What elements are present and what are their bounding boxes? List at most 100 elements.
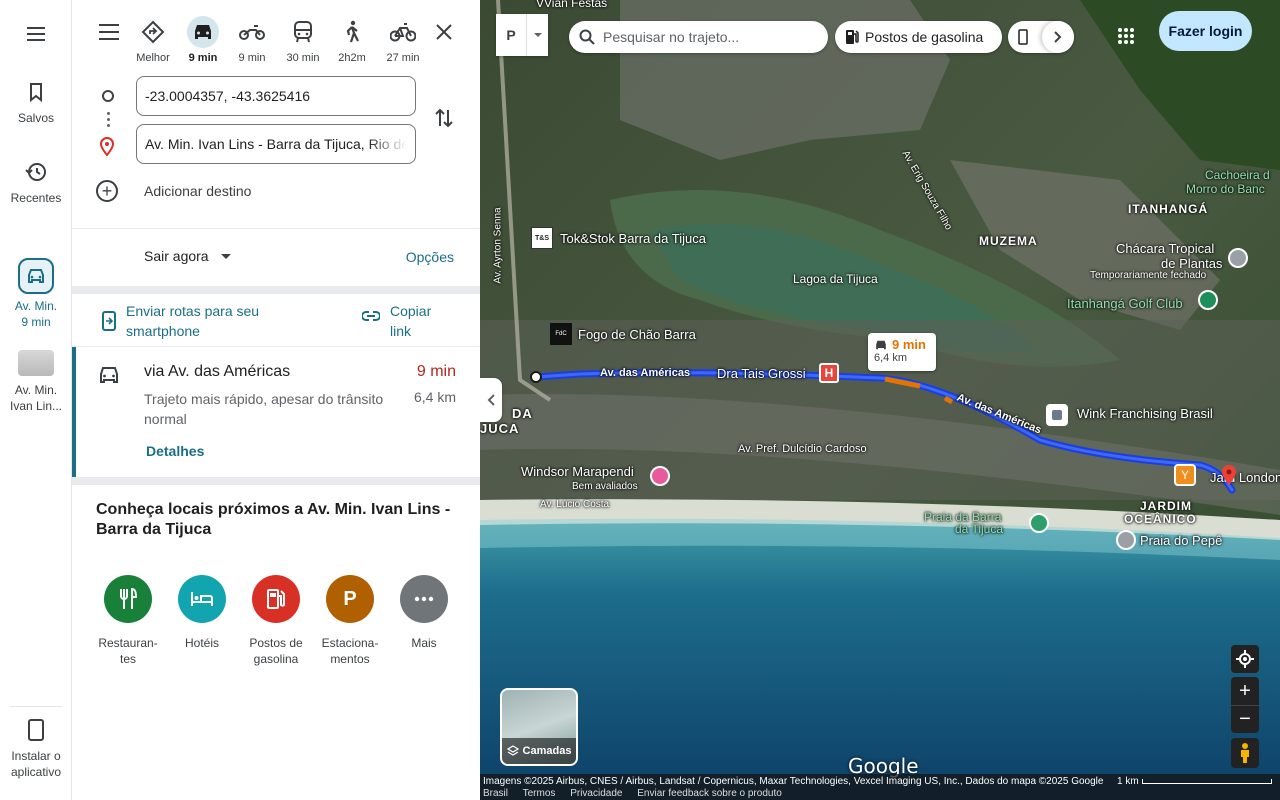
search-icon [579,29,595,45]
hotel-bed-icon [178,575,226,623]
mode-motorcycle-label: 9 min [238,52,266,64]
collapse-panel-button[interactable] [480,378,502,422]
chevron-left-icon [487,394,495,406]
options-button[interactable]: Opções [406,249,454,265]
depart-time-dropdown[interactable]: Sair agora [144,248,231,264]
menu-button[interactable] [0,22,72,46]
category-label: Restauran- [98,636,158,650]
map-label: MUZEMA [979,234,1038,248]
destination-pin-icon[interactable] [1222,465,1236,485]
mode-walk[interactable]: 2h2m [330,16,374,64]
mode-transit[interactable]: 30 min [281,16,325,64]
chips-scroll-right-button[interactable] [1042,21,1074,53]
category-label: tes [119,652,136,666]
zoom-out-button[interactable]: − [1231,705,1259,733]
place-marker-icon[interactable] [1116,530,1136,550]
destination-thumbnail [18,350,54,376]
category-label: Mais [411,636,437,650]
hospital-icon[interactable]: H [819,363,839,383]
mode-motorcycle[interactable]: 9 min [230,16,274,64]
map-label: Praia do Pepê [1140,533,1223,548]
copy-link-line2: link [390,323,412,339]
category-label: gasolina [253,652,299,666]
map-canvas[interactable]: VVian Festas Cachoeira d Morro do Banc I… [480,0,1280,800]
chip-gas-label: Postos de gasolina [865,29,984,45]
footer-link-feedback[interactable]: Enviar feedback sobre o produto [637,788,782,799]
route-time-bubble[interactable]: 9 min 6,4 km [868,333,936,371]
car-icon [100,367,118,383]
my-location-button[interactable] [1231,645,1259,673]
zoom-in-button[interactable]: + [1231,677,1259,705]
street-view-button[interactable] [1231,738,1259,768]
install-app-button[interactable]: Instalar o aplicativo [0,718,72,780]
origin-input[interactable]: -23.0004357, -43.3625416 [136,76,416,116]
bar-marker-icon[interactable]: Y [1174,464,1196,486]
saved-button[interactable]: Salvos [0,80,72,126]
restaurant-logo-icon[interactable]: FdC [550,323,572,345]
search-along-route-input[interactable]: Pesquisar no trajeto... [569,21,828,53]
apps-grid-icon [1118,28,1134,44]
mode-walk-label: 2h2m [338,52,366,64]
footer-links: Brasil Termos Privacidade Enviar feedbac… [483,788,794,799]
category-gas-stations[interactable]: Postos de gasolina [239,575,313,667]
place-marker-icon[interactable] [1228,248,1248,268]
golf-marker-icon[interactable] [1198,290,1218,310]
category-parking[interactable]: P Estaciona- mentos [313,575,387,667]
route-option-card[interactable]: via Av. das Américas Trajeto mais rápido… [72,347,480,477]
panel-menu-button[interactable] [98,22,120,47]
close-button[interactable] [434,22,454,47]
destination-input[interactable]: Av. Min. Ivan Lins - Barra da Tijuca, Ri… [136,124,416,164]
map-label: DA [512,406,533,421]
current-trip-button[interactable]: Av. Min. 9 min [0,258,72,330]
category-more[interactable]: Mais [387,575,461,651]
beach-marker-icon[interactable] [1029,513,1049,533]
depart-label: Sair agora [144,248,209,264]
copy-link-button[interactable]: Copiar link [362,301,431,341]
mode-bike[interactable]: 27 min [381,16,425,64]
business-marker-icon[interactable] [1046,404,1068,426]
link-icon [362,311,380,321]
chevron-right-icon [1054,31,1062,43]
saved-label: Salvos [17,111,55,125]
transit-icon [294,21,312,43]
dots-icon [107,112,110,115]
sign-in-button[interactable]: Fazer login [1159,11,1252,51]
close-icon [436,24,452,40]
map-label: JUCA [480,421,520,436]
category-restaurants[interactable]: Restauran- tes [91,575,165,667]
tokstok-logo-icon[interactable]: T&S [531,227,553,249]
hotel-marker-icon[interactable] [650,466,670,486]
destination-value: Av. Min. Ivan Lins - Barra da Tijuca, Ri… [145,136,407,152]
send-to-phone-button[interactable]: Enviar rotas para seu smartphone [102,301,259,341]
layers-icon [506,745,519,756]
bookmark-icon [30,83,42,103]
footer-link-country[interactable]: Brasil [483,788,508,799]
plus-icon: + [96,180,118,202]
footer-link-terms[interactable]: Termos [523,788,556,799]
mode-best-label: Melhor [136,52,170,64]
recent-button[interactable]: Recentes [0,160,72,206]
mode-best[interactable]: Melhor [131,16,175,64]
scale-bar[interactable] [1142,779,1272,784]
mode-car[interactable]: 9 min [181,16,225,64]
google-apps-button[interactable] [1110,20,1142,52]
attribution-text: Imagens ©2025 Airbus, CNES / Airbus, Lan… [483,776,1104,787]
recent-destination-button[interactable]: Av. Min. Ivan Lin... [0,350,72,414]
map-label: Bem avaliados [572,481,638,492]
category-hotels[interactable]: Hotéis [165,575,239,651]
chip-gas-stations[interactable]: Postos de gasolina [835,21,1002,53]
trip-label: Av. Min. [14,299,58,313]
layers-button[interactable]: Camadas [500,688,578,766]
caret-down-icon [526,14,548,56]
poi-filter-button[interactable]: P [496,14,548,56]
map-label: Itanhangá Golf Club [1067,296,1183,311]
map-label: OCEÂNICO [1124,512,1197,526]
destination-label-2: Ivan Lin... [9,399,63,413]
route-details-button[interactable]: Detalhes [146,443,204,459]
route-description: Trajeto mais rápido, apesar do trânsito … [144,391,384,427]
footer-link-privacy[interactable]: Privacidade [570,788,622,799]
swap-button[interactable] [430,104,458,132]
parking-icon: P [326,575,374,623]
map-label: Temporariamente fechado [1090,270,1207,281]
add-destination-button[interactable]: + Adicionar destino [96,180,251,202]
